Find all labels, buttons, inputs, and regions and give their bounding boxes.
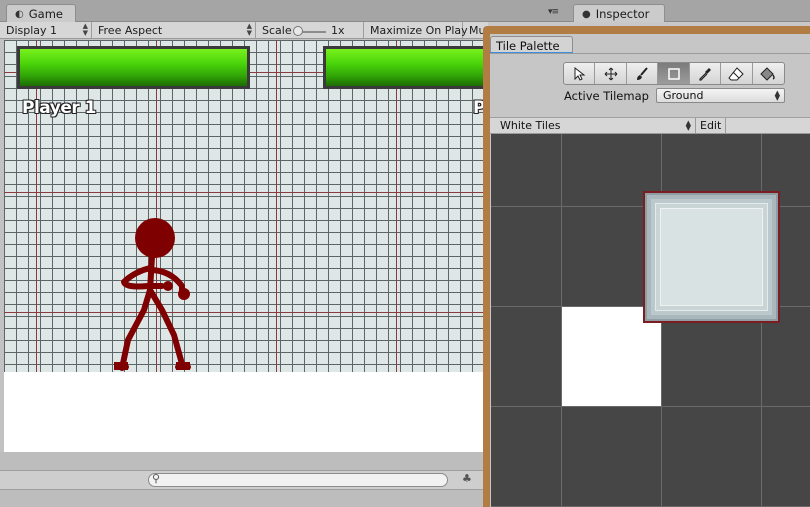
aspect-select[interactable]: Free Aspect ▲ ▼	[92, 22, 256, 39]
search-icon: ⚲	[152, 472, 161, 485]
display-select[interactable]: Display 1 ▲ ▼	[0, 22, 92, 39]
eraser-tool-icon[interactable]	[721, 63, 753, 84]
select-tool-icon[interactable]	[564, 63, 596, 84]
scale-label: Scale	[262, 24, 292, 37]
edit-palette-label: Edit	[700, 119, 722, 132]
aspect-select-value: Free Aspect	[98, 24, 163, 37]
maximize-on-play-button[interactable]: Maximize On Play	[364, 22, 468, 39]
game-tab-icon: ◐	[15, 8, 24, 20]
palette-select-value: White Tiles	[500, 119, 561, 132]
aspect-select-arrows-icon: ▲ ▼	[246, 22, 252, 37]
player1-label: Player 1	[22, 98, 96, 118]
palette-select[interactable]: White Tiles ▲ ▼	[494, 118, 696, 133]
box-fill-tool-icon[interactable]	[658, 63, 690, 84]
game-viewport[interactable]: Player 1 P	[4, 40, 488, 372]
tilemap-select-arrows-icon: ▲ ▼	[774, 89, 780, 102]
tab-divider	[490, 53, 810, 54]
tab-inspector[interactable]: ● Inspector	[573, 4, 665, 22]
scale-value: 1x	[331, 24, 345, 37]
fill-tool-icon[interactable]	[753, 63, 784, 84]
search-input[interactable]	[148, 473, 448, 487]
inspector-tab-icon: ●	[582, 8, 591, 20]
tab-tile-palette-label: Tile Palette	[496, 39, 560, 53]
move-tool-icon[interactable]	[595, 63, 627, 84]
player1-health-bar	[17, 46, 250, 89]
player2-health-bar	[323, 46, 488, 89]
maximize-on-play-label: Maximize On Play	[370, 24, 468, 37]
stickman-character	[114, 218, 191, 371]
game-toolbar: Display 1 ▲ ▼ Free Aspect ▲ ▼ Scale 1x Max…	[0, 22, 488, 39]
panel-menu-icon[interactable]: ▾≡	[548, 7, 559, 17]
tab-strip	[0, 0, 810, 22]
picker-tool-icon[interactable]	[690, 63, 722, 84]
active-tilemap-value: Ground	[663, 89, 704, 102]
palette-tool-strip	[563, 62, 785, 85]
tab-game[interactable]: ◐ Game	[6, 4, 76, 22]
palette-select-arrows-icon: ▲ ▼	[685, 119, 691, 132]
paint-brush-tool-icon[interactable]	[627, 63, 659, 84]
display-select-value: Display 1	[6, 24, 58, 37]
tab-tile-palette[interactable]: Tile Palette	[490, 36, 573, 53]
layers-icon[interactable]: ♣	[462, 472, 472, 485]
edit-palette-button[interactable]: Edit	[696, 118, 726, 133]
display-select-arrows-icon: ▲ ▼	[82, 22, 88, 37]
tab-inspector-label: Inspector	[595, 7, 650, 21]
selected-stone-tile[interactable]	[643, 191, 780, 323]
active-tilemap-select[interactable]: Ground ▲ ▼	[656, 88, 785, 103]
scale-slider-handle[interactable]	[293, 26, 303, 36]
active-tilemap-label: Active Tilemap	[564, 89, 649, 103]
game-view-blank-area	[4, 372, 488, 452]
tab-game-label: Game	[28, 7, 63, 21]
